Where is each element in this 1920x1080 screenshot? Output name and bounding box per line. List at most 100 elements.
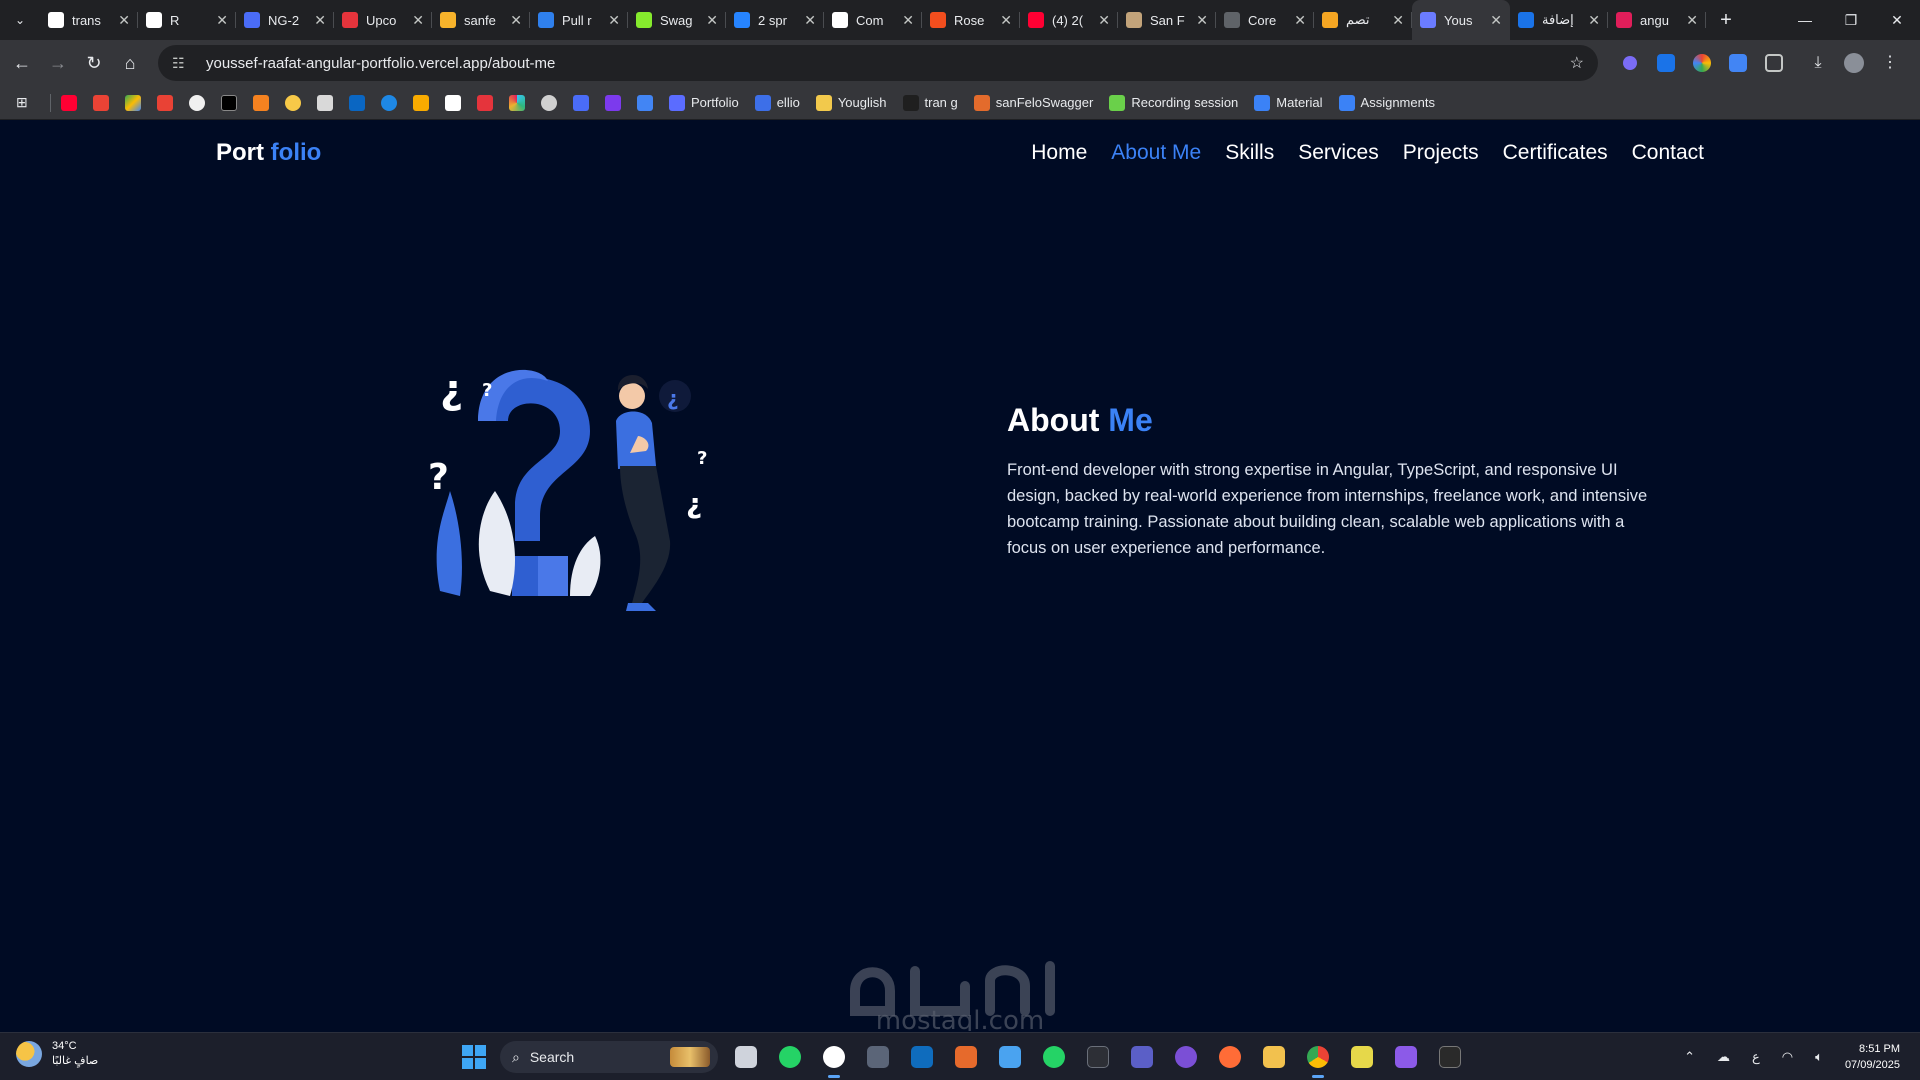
- browser-tab[interactable]: (4) 2(✕: [1020, 0, 1118, 40]
- reload-icon[interactable]: ↻: [76, 45, 112, 81]
- browser-menu-icon[interactable]: ⋮: [1872, 45, 1908, 81]
- browser-tab[interactable]: Rose ✕: [922, 0, 1020, 40]
- angular-bookmark-icon[interactable]: [573, 94, 589, 111]
- tab-close-icon[interactable]: ✕: [1490, 12, 1502, 29]
- tab-close-icon[interactable]: ✕: [510, 12, 522, 29]
- pin-bookmark-icon[interactable]: [317, 94, 333, 111]
- calculator-icon[interactable]: [862, 1041, 894, 1073]
- bookmark-item[interactable]: ellio: [754, 94, 800, 111]
- visual-studio-icon[interactable]: [1390, 1041, 1422, 1073]
- file-explorer-icon[interactable]: [1258, 1041, 1290, 1073]
- translate-extension-icon[interactable]: [1720, 45, 1756, 81]
- extensions-puzzle-icon[interactable]: [1756, 45, 1792, 81]
- wifi-icon[interactable]: ◠: [1782, 1049, 1793, 1065]
- extension-icon[interactable]: [1612, 45, 1648, 81]
- browser-tab[interactable]: angu ✕: [1608, 0, 1706, 40]
- whatsapp-icon[interactable]: [774, 1041, 806, 1073]
- url-text[interactable]: youssef-raafat-angular-portfolio.vercel.…: [206, 55, 555, 72]
- windows-start-icon[interactable]: [462, 1045, 486, 1069]
- browser-tab[interactable]: Com ✕: [824, 0, 922, 40]
- chrome-icon[interactable]: [1302, 1041, 1334, 1078]
- github-bookmark-icon[interactable]: [189, 94, 205, 111]
- openai-bookmark-icon[interactable]: [541, 94, 557, 111]
- tab-close-icon[interactable]: ✕: [1294, 12, 1306, 29]
- tab-close-icon[interactable]: ✕: [216, 12, 228, 29]
- site-logo[interactable]: Port folio: [216, 139, 321, 167]
- nav-link-home[interactable]: Home: [1031, 141, 1087, 165]
- nav-link-projects[interactable]: Projects: [1403, 141, 1479, 165]
- nav-link-skills[interactable]: Skills: [1225, 141, 1274, 165]
- browser-tab[interactable]: 2 spr ✕: [726, 0, 824, 40]
- browser-tab[interactable]: Pull r ✕: [530, 0, 628, 40]
- bookmark-icon[interactable]: [413, 94, 429, 111]
- tab-close-icon[interactable]: ✕: [1588, 12, 1600, 29]
- extension-icon[interactable]: [1648, 45, 1684, 81]
- browser-tab[interactable]: San F ✕: [1118, 0, 1216, 40]
- browser-tab[interactable]: تصم ✕: [1314, 0, 1412, 40]
- tab-close-icon[interactable]: ✕: [1000, 12, 1012, 29]
- bookmark-item[interactable]: tran g: [902, 94, 958, 111]
- profile-avatar-icon[interactable]: [1836, 45, 1872, 81]
- tab-close-icon[interactable]: ✕: [118, 12, 130, 29]
- tab-close-icon[interactable]: ✕: [1392, 12, 1404, 29]
- tab-close-icon[interactable]: ✕: [1196, 12, 1208, 29]
- tab-close-icon[interactable]: ✕: [608, 12, 620, 29]
- tab-search-button[interactable]: ⌄: [0, 0, 40, 40]
- browser-tab[interactable]: Swag ✕: [628, 0, 726, 40]
- github-desktop-icon[interactable]: [1170, 1041, 1202, 1073]
- notion-bookmark-icon[interactable]: [445, 94, 461, 111]
- drive-bookmark-icon[interactable]: [125, 94, 141, 111]
- browser-tab[interactable]: Upco ✕: [334, 0, 432, 40]
- browser-tab[interactable]: sanfe ✕: [432, 0, 530, 40]
- browser-tab[interactable]: R ✕: [138, 0, 236, 40]
- tab-close-icon[interactable]: ✕: [1686, 12, 1698, 29]
- clock[interactable]: 8:51 PM 07/09/2025: [1845, 1041, 1900, 1073]
- nav-link-services[interactable]: Services: [1298, 141, 1379, 165]
- weather-widget[interactable]: 34°C صافٍ غالبًا: [16, 1039, 98, 1069]
- bookmark-item[interactable]: Assignments: [1338, 94, 1435, 111]
- tab-close-icon[interactable]: ✕: [902, 12, 914, 29]
- bookmark-item[interactable]: sanFeloSwagger: [973, 94, 1093, 111]
- whatsapp-business-icon[interactable]: [1038, 1041, 1070, 1073]
- gmail-bookmark-icon[interactable]: [93, 94, 109, 111]
- tab-close-icon[interactable]: ✕: [412, 12, 424, 29]
- bookmark-star-icon[interactable]: ☆: [1570, 53, 1584, 73]
- new-tab-button[interactable]: +: [1710, 4, 1742, 36]
- youtube-bookmark-icon[interactable]: [61, 94, 77, 111]
- photos-bookmark-icon[interactable]: [157, 94, 173, 111]
- office-app-icon[interactable]: [950, 1041, 982, 1073]
- tab-close-icon[interactable]: ✕: [804, 12, 816, 29]
- vercel-bookmark-icon[interactable]: [221, 94, 237, 111]
- bootstrap-bookmark-icon[interactable]: [605, 94, 621, 111]
- taskbar-search[interactable]: ⌕ Search: [500, 1041, 718, 1073]
- slack-bookmark-icon[interactable]: [509, 94, 525, 111]
- tab-close-icon[interactable]: ✕: [1098, 12, 1110, 29]
- back-icon[interactable]: ←: [4, 45, 40, 81]
- home-icon[interactable]: ⌂: [112, 45, 148, 81]
- outlook-icon[interactable]: [906, 1041, 938, 1073]
- app-icon[interactable]: [1434, 1041, 1466, 1073]
- browser-tab[interactable]: NG-2 ✕: [236, 0, 334, 40]
- browser-tab[interactable]: إضافة ✕: [1510, 0, 1608, 40]
- app-icon[interactable]: [1346, 1041, 1378, 1073]
- bookmark-icon[interactable]: [253, 94, 269, 111]
- browser-tab[interactable]: Core ✕: [1216, 0, 1314, 40]
- address-bar[interactable]: ☷ youssef-raafat-angular-portfolio.verce…: [158, 45, 1598, 81]
- nav-link-certificates[interactable]: Certificates: [1503, 141, 1608, 165]
- bookmark-icon[interactable]: [637, 94, 653, 111]
- media-player-icon[interactable]: [818, 1041, 850, 1078]
- apps-grid-icon[interactable]: ⊞: [16, 94, 44, 111]
- browser-tab[interactable]: Yous ✕: [1412, 0, 1510, 40]
- download-icon[interactable]: ⤓: [1800, 45, 1836, 81]
- nav-link-about-me[interactable]: About Me: [1111, 141, 1201, 165]
- browser-tab[interactable]: trans ✕: [40, 0, 138, 40]
- postman-icon[interactable]: [1214, 1041, 1246, 1073]
- linkedin-bookmark-icon[interactable]: [349, 94, 365, 111]
- onedrive-icon[interactable]: ☁: [1717, 1049, 1730, 1065]
- minimize-icon[interactable]: —: [1782, 0, 1828, 40]
- bookmark-item[interactable]: Material: [1254, 94, 1323, 111]
- volume-icon[interactable]: 🔈︎: [1815, 1049, 1823, 1065]
- notepad-icon[interactable]: [994, 1041, 1026, 1073]
- nav-link-contact[interactable]: Contact: [1632, 141, 1704, 165]
- restore-icon[interactable]: ❐: [1828, 0, 1874, 40]
